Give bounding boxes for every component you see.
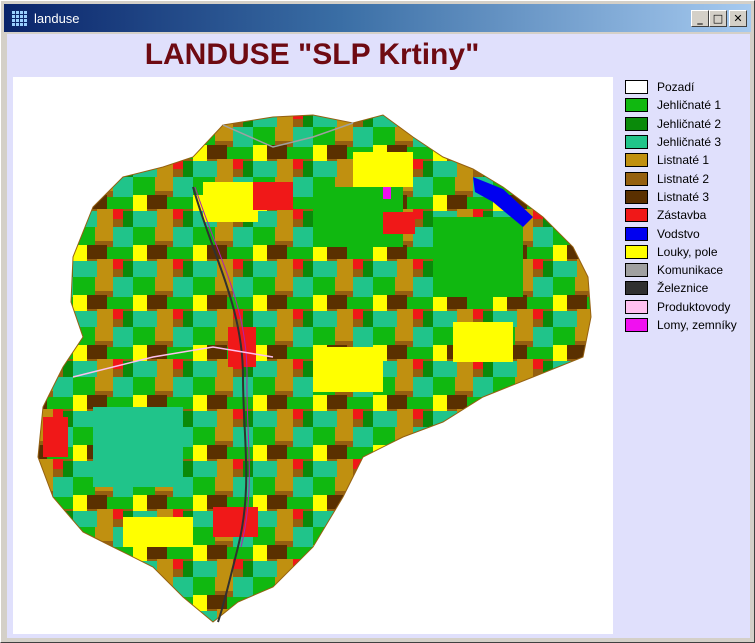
legend-swatch bbox=[625, 98, 648, 113]
legend-label: Komunikace bbox=[657, 263, 724, 278]
legend-label: Zástavba bbox=[657, 208, 707, 223]
forest-patch bbox=[433, 217, 523, 297]
minimize-button[interactable]: _ bbox=[691, 10, 709, 27]
legend-label: Lomy, zemníky bbox=[657, 318, 737, 332]
legend-label: Produktovody bbox=[657, 299, 731, 314]
legend-item: Jehličnaté 1 bbox=[625, 96, 737, 114]
legend-swatch bbox=[625, 116, 648, 131]
app-icon[interactable] bbox=[10, 9, 28, 27]
legend-swatch bbox=[625, 153, 648, 168]
meadow-patch bbox=[353, 152, 413, 187]
legend-swatch bbox=[625, 281, 648, 296]
meadow-patch bbox=[123, 517, 193, 547]
urban-patch bbox=[43, 417, 68, 457]
forest-patch bbox=[93, 407, 183, 487]
maximize-button[interactable]: □ bbox=[709, 10, 727, 27]
close-button[interactable]: ✕ bbox=[729, 10, 747, 27]
meadow-patch bbox=[203, 182, 258, 222]
legend-label: Listnaté 2 bbox=[657, 171, 710, 186]
legend-swatch bbox=[625, 226, 648, 241]
legend-swatch bbox=[625, 263, 648, 278]
title-bar[interactable]: landuse _ □ ✕ bbox=[4, 4, 751, 32]
legend-label: Jehličnaté 3 bbox=[657, 135, 722, 150]
landuse-map[interactable] bbox=[13, 77, 613, 634]
map-title: LANDUSE "SLP Krtiny" bbox=[144, 38, 480, 71]
legend-swatch bbox=[625, 318, 648, 332]
map-legend: Pozadí Jehličnaté 1 Jehličnaté 2 Jehličnaté… bbox=[625, 78, 737, 334]
urban-patch bbox=[253, 182, 293, 210]
legend-label: Železnice bbox=[657, 281, 709, 296]
legend-label: Jehličnaté 2 bbox=[657, 116, 722, 131]
legend-swatch bbox=[625, 80, 648, 95]
legend-label: Listnaté 3 bbox=[657, 189, 710, 204]
legend-item: Jehličnaté 3 bbox=[625, 133, 737, 151]
quarry-patch bbox=[383, 187, 391, 199]
client-area: LANDUSE "SLP Krtiny" Pozadí Jehličnaté 1… bbox=[7, 34, 750, 638]
legend-item: Jehličnaté 2 bbox=[625, 115, 737, 133]
legend-label: Louky, pole bbox=[657, 244, 718, 259]
legend-label: Jehličnaté 1 bbox=[657, 98, 722, 113]
legend-item: Zástavba bbox=[625, 206, 737, 224]
legend-item: Listnaté 1 bbox=[625, 151, 737, 169]
legend-item: Louky, pole bbox=[625, 243, 737, 261]
legend-item: Produktovody bbox=[625, 298, 737, 316]
legend-item: Komunikace bbox=[625, 261, 737, 279]
legend-label: Vodstvo bbox=[657, 226, 700, 241]
map-panel[interactable] bbox=[13, 77, 613, 634]
urban-patch bbox=[213, 507, 258, 537]
legend-label: Pozadí bbox=[657, 80, 695, 95]
window-title: landuse bbox=[34, 10, 80, 26]
legend-item: Pozadí bbox=[625, 78, 737, 96]
meadow-patch bbox=[313, 347, 383, 392]
legend-swatch bbox=[625, 244, 648, 259]
legend-swatch bbox=[625, 171, 648, 186]
legend-swatch bbox=[625, 189, 648, 204]
legend-item: Železnice bbox=[625, 279, 737, 297]
legend-swatch bbox=[625, 299, 648, 314]
urban-patch bbox=[383, 212, 415, 234]
legend-item: Listnaté 2 bbox=[625, 169, 737, 187]
legend-item: Lomy, zemníky bbox=[625, 316, 737, 334]
app-window: landuse _ □ ✕ LANDUSE "SLP Krtiny" Pozad… bbox=[0, 0, 755, 643]
legend-swatch bbox=[625, 208, 648, 223]
legend-item: Listnaté 3 bbox=[625, 188, 737, 206]
meadow-patch bbox=[453, 322, 513, 362]
legend-swatch bbox=[625, 135, 648, 150]
legend-label: Listnaté 1 bbox=[657, 153, 710, 168]
legend-item: Vodstvo bbox=[625, 224, 737, 242]
